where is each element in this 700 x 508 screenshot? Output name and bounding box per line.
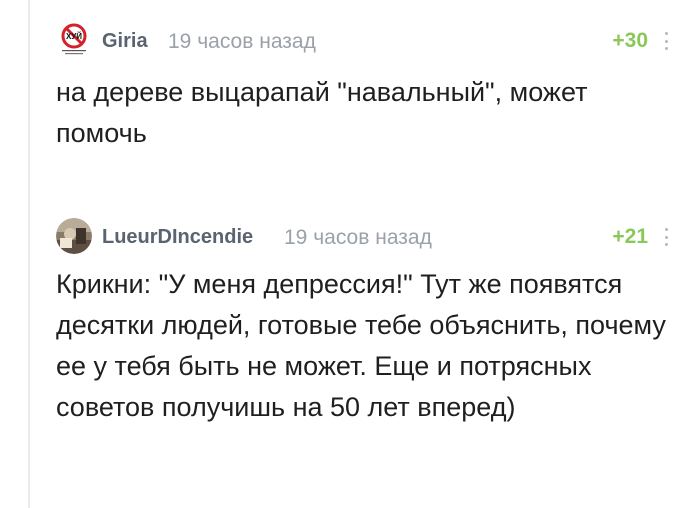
rating: +21 [612, 225, 648, 248]
timestamp[interactable]: 19 часов назад [284, 226, 432, 250]
no-sign-avatar-icon[interactable]: ХУЙ [56, 22, 92, 58]
photo-avatar-icon[interactable] [56, 218, 92, 254]
more-options-icon[interactable] [662, 32, 670, 50]
username[interactable]: LueurDIncendie [102, 226, 253, 249]
thread-line[interactable] [28, 0, 30, 508]
comment-text: на дереве выцарапай "навальный", может п… [56, 77, 588, 148]
comment: LueurDIncendie 19 часов назад +21 Крикни… [56, 214, 676, 428]
rating: +30 [612, 29, 648, 52]
comment-header: ХУЙ Giria 19 часов назад +30 [56, 18, 676, 62]
timestamp[interactable]: 19 часов назад [168, 30, 316, 54]
comment: ХУЙ Giria 19 часов назад +30 на дереве в… [56, 18, 676, 154]
username[interactable]: Giria [102, 30, 148, 53]
avatar-text: ХУЙ [66, 32, 82, 41]
more-options-icon[interactable] [662, 228, 670, 246]
comments-page: ХУЙ Giria 19 часов назад +30 на дереве в… [0, 0, 700, 508]
comment-header: LueurDIncendie 19 часов назад +21 [56, 214, 676, 258]
comment-text: Крикни: "У меня депрессия!" Тут же появя… [56, 269, 666, 422]
